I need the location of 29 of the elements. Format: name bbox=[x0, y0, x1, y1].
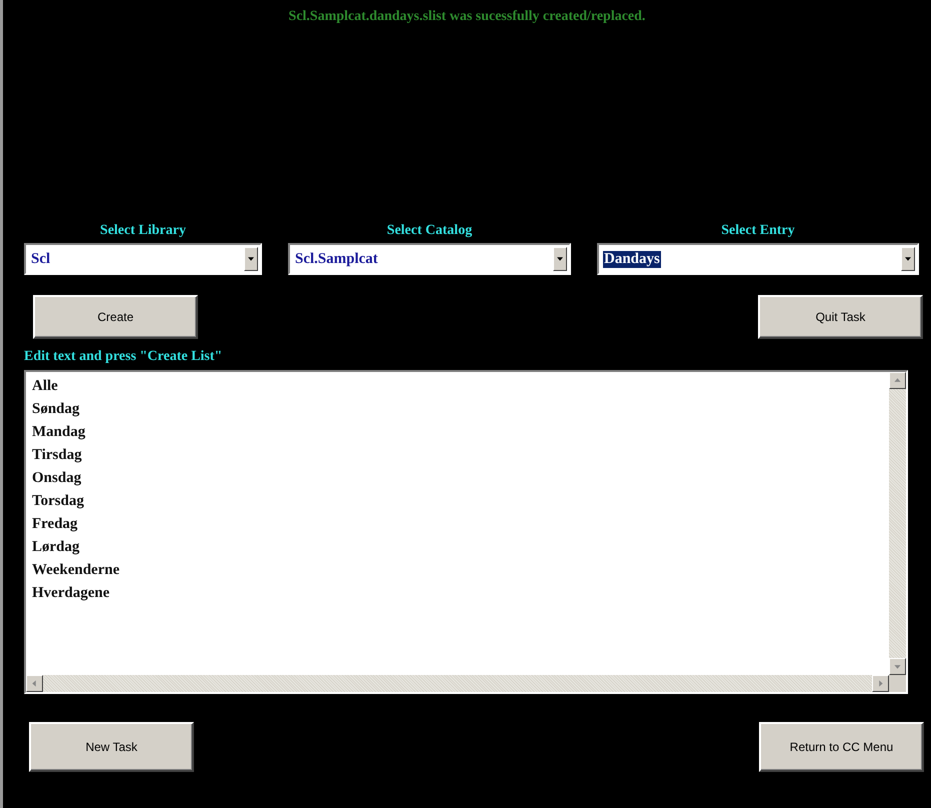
selector-label: Select Entry bbox=[721, 223, 795, 240]
editor-label: Edit text and press "Create List" bbox=[24, 349, 224, 366]
new-task-button[interactable]: New Task bbox=[29, 722, 194, 772]
text-line: Torsdag bbox=[32, 492, 84, 511]
text-line: Fredag bbox=[32, 515, 78, 534]
text-line: Alle bbox=[32, 377, 58, 396]
text-line: Weekenderne bbox=[32, 561, 120, 580]
text-line: Tirsdag bbox=[32, 446, 82, 465]
dropdown-value: Dandays bbox=[603, 250, 661, 268]
text-line: Søndag bbox=[32, 400, 80, 419]
text-area[interactable]: Alle Søndag Mandag Tirsdag Onsdag Torsdag Fredag Lørdag Weekenderne Hverdagene bbox=[24, 370, 908, 694]
quit-button[interactable]: Quit Task bbox=[758, 295, 923, 339]
text-line: Onsdag bbox=[32, 469, 82, 488]
status-message: Scl.Samplcat.dandays.slist was sucessfully created/replaced. bbox=[288, 9, 646, 26]
return-button[interactable]: Return to CC Menu bbox=[759, 722, 924, 772]
text-line: Mandag bbox=[32, 423, 86, 442]
dropdown[interactable]: Dandays bbox=[597, 243, 919, 275]
text-line: Lørdag bbox=[32, 538, 80, 557]
dropdown[interactable]: Scl.Samplcat bbox=[288, 243, 571, 275]
scrollbar-corner bbox=[889, 675, 906, 692]
dropdown-value: Scl bbox=[30, 250, 52, 268]
dropdown[interactable]: Scl bbox=[24, 243, 262, 275]
dropdown-value: Scl.Samplcat bbox=[294, 250, 379, 268]
selector-label: Select Catalog bbox=[386, 223, 472, 240]
selector-label: Select Library bbox=[100, 223, 186, 240]
text-line: Hverdagene bbox=[32, 584, 110, 603]
horizontal-scrollbar[interactable] bbox=[26, 675, 889, 692]
create-button[interactable]: Create bbox=[33, 295, 198, 339]
vertical-scrollbar[interactable] bbox=[889, 372, 906, 675]
